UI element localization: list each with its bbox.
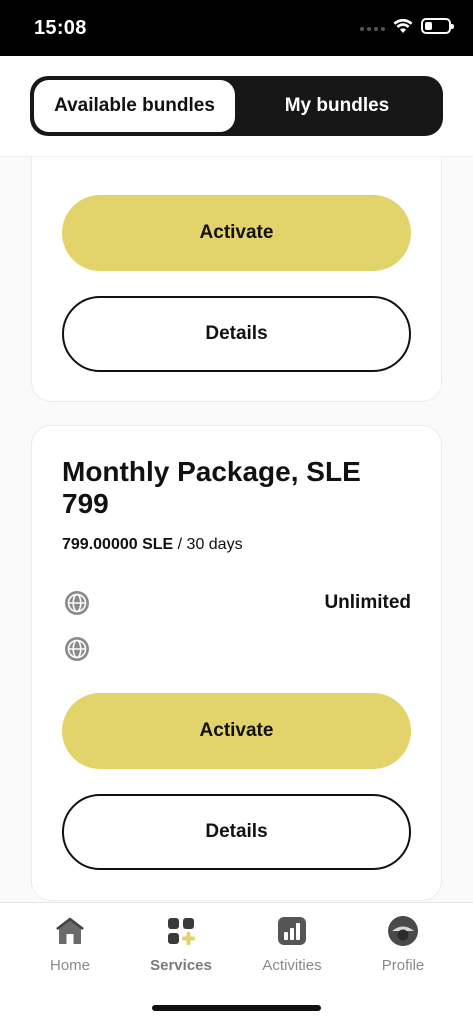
nav-profile[interactable]: Profile xyxy=(344,915,462,975)
nav-label: Profile xyxy=(381,957,425,974)
globe-icon xyxy=(65,637,89,661)
nav-services[interactable]: Services xyxy=(122,915,240,975)
details-button[interactable]: Details xyxy=(62,296,411,372)
bundle-tabs: Available bundles My bundles xyxy=(30,76,443,136)
status-icons xyxy=(360,18,454,34)
globe-icon xyxy=(65,591,89,615)
price-amount: 799.00000 SLE xyxy=(62,536,174,553)
status-bar: 15:08 xyxy=(0,0,473,56)
price-period: / 30 days xyxy=(173,536,243,553)
nav-activities[interactable]: Activities xyxy=(233,915,351,975)
nav-label: Services xyxy=(150,957,212,974)
bundle-card: Monthly Package, SLE 799 799.00000 SLE /… xyxy=(31,425,442,901)
home-indicator xyxy=(152,1005,321,1011)
details-button[interactable]: Details xyxy=(62,794,411,870)
battery-icon xyxy=(421,18,454,34)
nav-label: Home xyxy=(49,957,90,974)
bundle-list[interactable]: Activate Details Monthly Package, SLE 79… xyxy=(0,157,473,902)
tab-bar-container: Available bundles My bundles xyxy=(0,56,473,157)
activate-button[interactable]: Activate xyxy=(62,693,411,769)
nav-label: Activities xyxy=(262,957,322,974)
status-time: 15:08 xyxy=(34,17,87,39)
bundle-card: Activate Details xyxy=(31,157,442,402)
signal-icon xyxy=(360,19,385,33)
activities-icon xyxy=(276,915,308,947)
tab-available-bundles[interactable]: Available bundles xyxy=(34,80,235,132)
profile-icon xyxy=(387,915,419,947)
wifi-icon xyxy=(393,18,413,33)
bundle-title: Monthly Package, SLE 799 xyxy=(62,456,361,519)
activate-button[interactable]: Activate xyxy=(62,195,411,271)
home-icon xyxy=(54,915,86,947)
services-icon xyxy=(165,915,197,947)
bundle-price: 799.00000 SLE / 30 days xyxy=(62,536,243,554)
allowance-value: Unlimited xyxy=(324,592,411,613)
tab-my-bundles[interactable]: My bundles xyxy=(235,80,439,132)
nav-home[interactable]: Home xyxy=(11,915,129,975)
